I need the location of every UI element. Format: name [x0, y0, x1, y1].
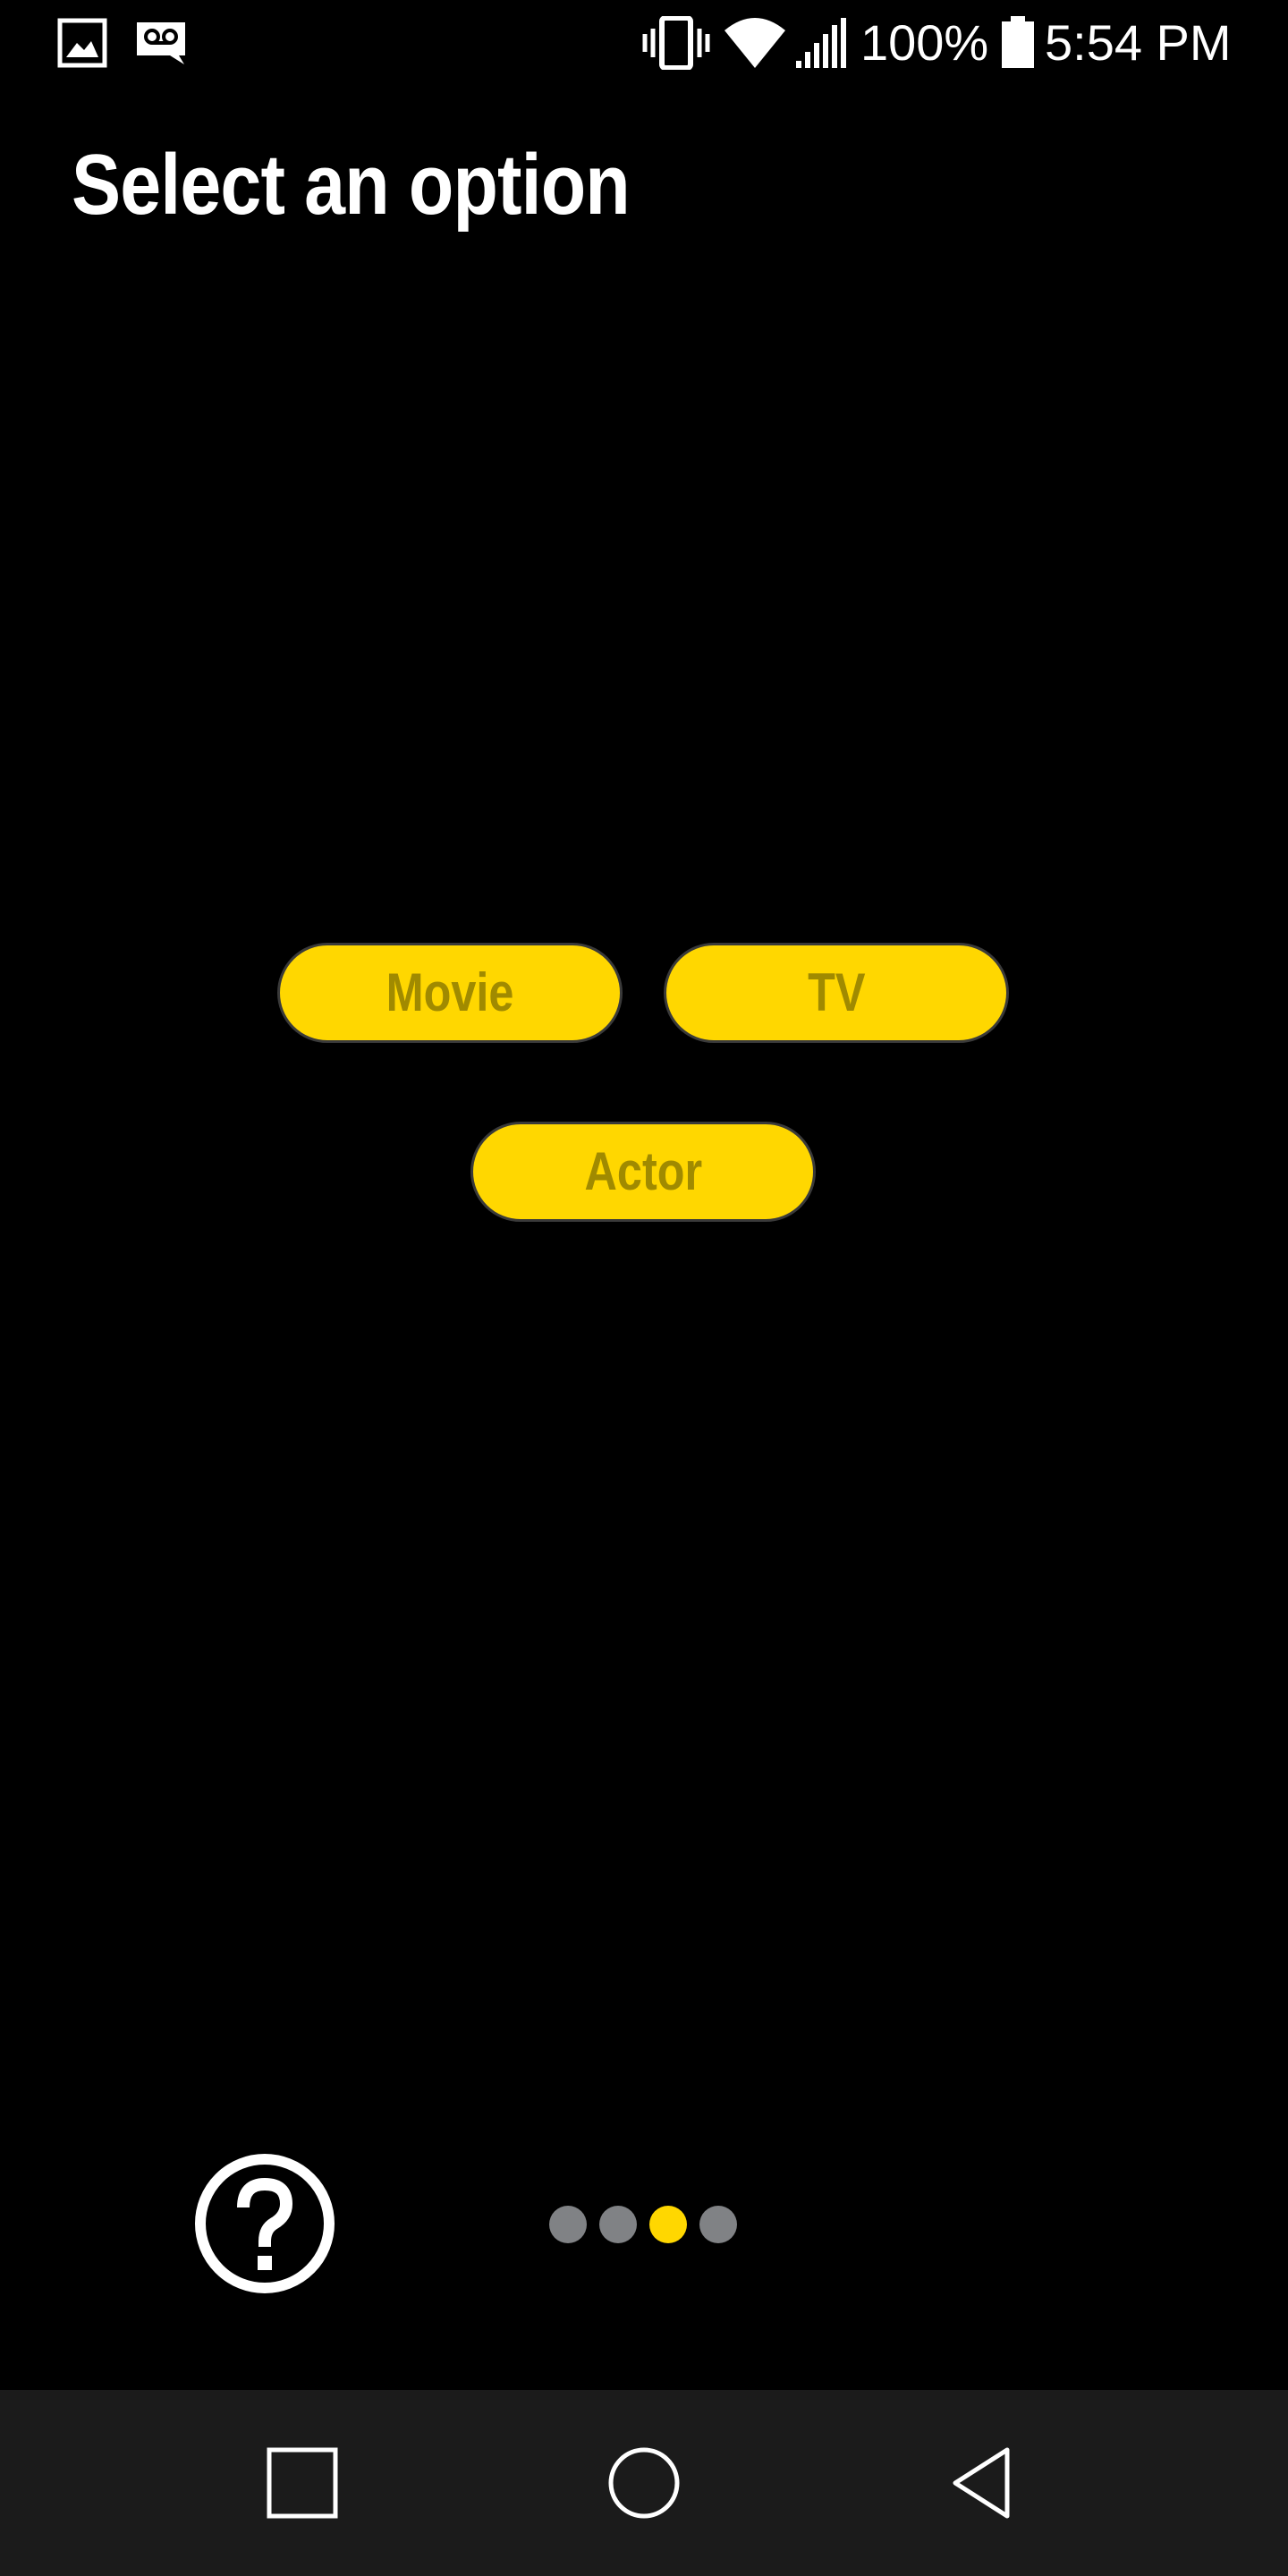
page-dot-4 — [699, 2206, 737, 2243]
back-icon — [953, 2447, 1010, 2519]
page-dot-1 — [549, 2206, 587, 2243]
recents-icon — [267, 2447, 338, 2519]
battery-percent: 100% — [860, 14, 989, 71]
screen: 100% 5:54 PM Select an option Movie TV A… — [0, 0, 1288, 2576]
page-dot-2 — [599, 2206, 637, 2243]
navigation-bar — [0, 2390, 1288, 2576]
status-bar: 100% 5:54 PM — [0, 0, 1288, 86]
image-notification-icon — [57, 18, 107, 72]
help-button[interactable] — [193, 2152, 336, 2295]
recents-button[interactable] — [256, 2436, 349, 2529]
tv-button[interactable]: TV — [664, 943, 1009, 1043]
wifi-icon — [723, 16, 787, 70]
clock: 5:54 PM — [1045, 14, 1232, 71]
actor-button-label: Actor — [584, 1141, 702, 1201]
voicemail-icon — [134, 20, 188, 73]
page-title: Select an option — [72, 137, 631, 233]
page-dot-3-active — [649, 2206, 687, 2243]
vibrate-icon — [642, 16, 710, 70]
home-icon — [608, 2447, 680, 2519]
battery-icon — [1000, 16, 1036, 70]
movie-button-label: Movie — [386, 962, 514, 1022]
home-button[interactable] — [597, 2436, 691, 2529]
movie-button[interactable]: Movie — [277, 943, 623, 1043]
actor-button[interactable]: Actor — [470, 1122, 816, 1222]
help-circle-icon — [195, 2154, 335, 2293]
page-indicator — [549, 2206, 737, 2243]
back-button[interactable] — [939, 2436, 1032, 2529]
cell-signal-icon — [794, 16, 852, 70]
tv-button-label: TV — [807, 962, 866, 1022]
